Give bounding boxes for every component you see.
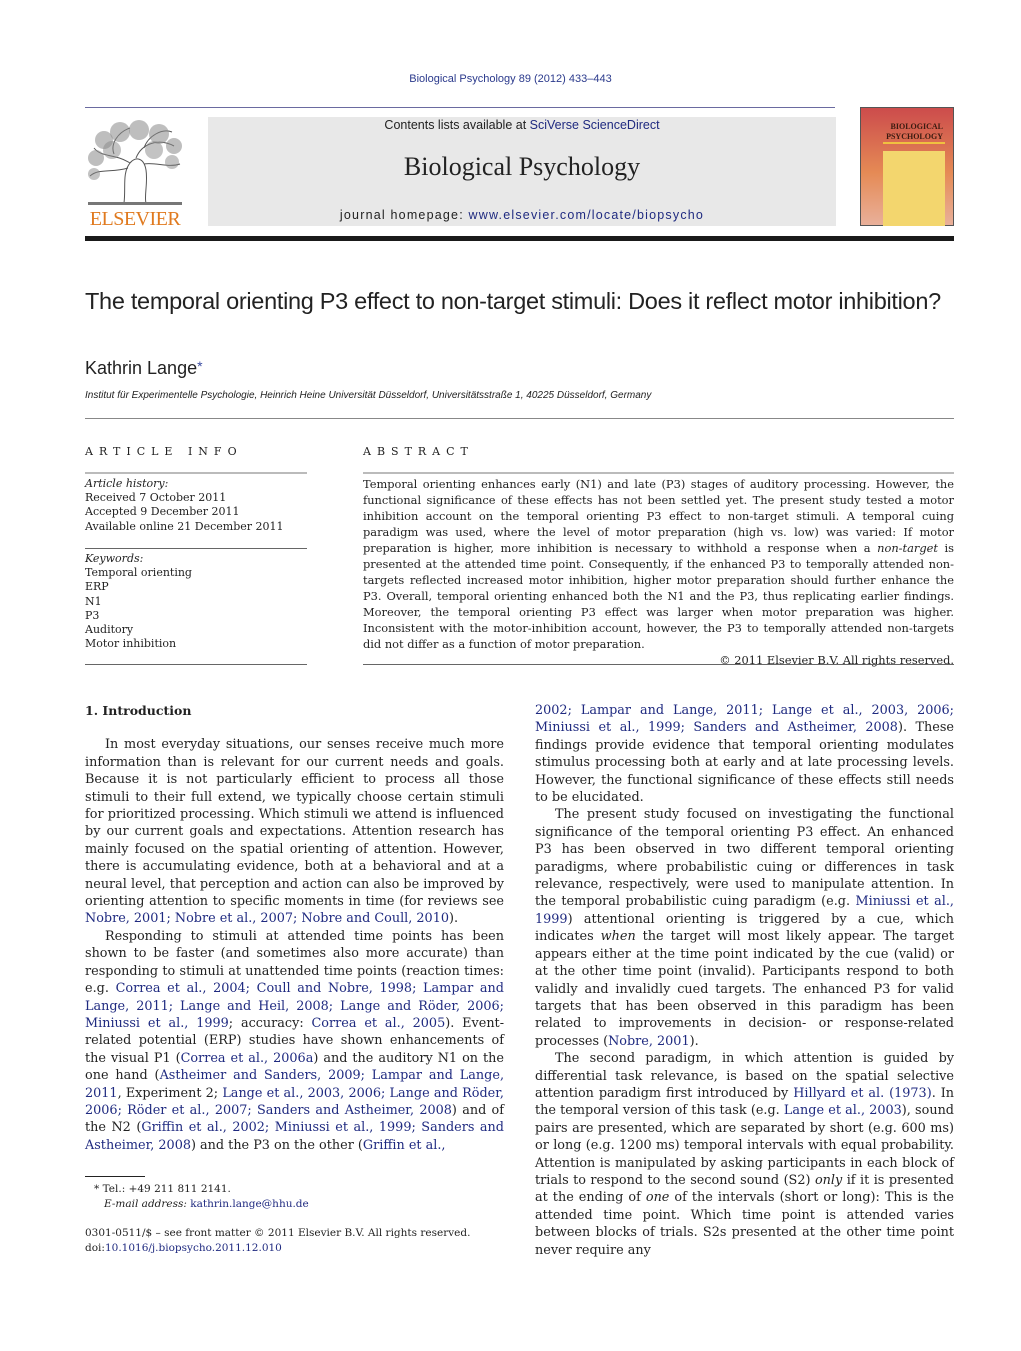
citation-link[interactable]: Hillyard et al. (1973) (793, 1086, 931, 1101)
cover-title: BIOLOGICAL PSYCHOLOGY (886, 122, 943, 141)
abstract-heading: ABSTRACT (363, 445, 474, 458)
abstract-body: Temporal orienting enhances early (N1) a… (363, 476, 954, 668)
article-info-heading: ARTICLE INFO (85, 445, 243, 458)
paragraph: The present study focused on investigati… (535, 807, 954, 1049)
doi-link[interactable]: 10.1016/j.biopsycho.2011.12.010 (105, 1242, 282, 1254)
section-heading-introduction: 1. Introduction (85, 703, 192, 718)
citation-link[interactable]: Nobre, 2001 (608, 1034, 690, 1049)
journal-reference[interactable]: Biological Psychology 89 (2012) 433–443 (0, 73, 1021, 85)
author-footnote-link[interactable]: * (197, 358, 202, 374)
keyword: P3 (85, 608, 100, 622)
citation-link[interactable]: Correa et al., 2006a (181, 1051, 314, 1066)
journal-homepage: journal homepage: www.elsevier.com/locat… (339, 208, 705, 222)
article-title: The temporal orienting P3 effect to non-… (85, 288, 941, 314)
cover-panel (883, 151, 945, 226)
keyword: Motor inhibition (85, 637, 177, 651)
keyword: Temporal orienting (85, 566, 192, 580)
article-info-rule (85, 472, 307, 474)
header-rule (85, 107, 835, 108)
author-name: Kathrin Lange* (85, 358, 203, 378)
footnote-email: E-mail address: kathrin.lange@hhu.de (104, 1198, 309, 1210)
paragraph-continued: 2002; Lampar and Lange, 2011; Lange et a… (535, 703, 954, 806)
journal-cover-thumbnail[interactable]: BIOLOGICAL PSYCHOLOGY (860, 107, 954, 226)
body-column-left: 1. Introduction In most everyday situati… (85, 702, 504, 1154)
paragraph: In most everyday situations, our senses … (85, 737, 504, 927)
publisher-wordmark: ELSEVIER (89, 208, 181, 230)
journal-masthead: Contents lists available at SciVerse Sci… (208, 117, 836, 226)
abstract-rule (363, 472, 954, 474)
history-label: Article history: (85, 477, 169, 490)
citation-link[interactable]: Lange et al., 2003 (784, 1103, 902, 1118)
body-column-right: 2002; Lampar and Lange, 2011; Lange et a… (535, 702, 954, 1259)
doi-line: doi:10.1016/j.biopsycho.2011.12.010 (85, 1242, 282, 1254)
cover-divider (883, 142, 945, 144)
contents-line: Contents lists available at SciVerse Sci… (384, 118, 660, 132)
front-matter: 0301-0511/$ – see front matter © 2011 El… (85, 1226, 470, 1256)
author-footnote: * Tel.: +49 211 811 2141. E-mail address… (94, 1182, 309, 1212)
citation-continued[interactable]: Griffin et al., (363, 1138, 446, 1153)
citation-link[interactable]: Correa et al., 2005 (312, 1016, 446, 1031)
paragraph: The second paradigm, in which attention … (535, 1051, 955, 1258)
footnote-tel: * Tel.: +49 211 811 2141. (94, 1183, 231, 1195)
keyword: N1 (85, 594, 102, 608)
keyword: ERP (85, 580, 109, 594)
abstract-text: Temporal orienting enhances early (N1) a… (363, 477, 954, 651)
issn-line: 0301-0511/$ – see front matter © 2011 El… (85, 1227, 471, 1239)
history-received: Received 7 October 2011 (85, 491, 227, 505)
history-rule (85, 548, 307, 549)
history-accepted: Accepted 9 December 2011 (85, 505, 240, 519)
title-rule (85, 418, 954, 419)
keywords: Keywords: Temporal orienting ERP N1 P3 A… (85, 552, 192, 651)
article-history: Article history: Received 7 October 2011… (85, 477, 284, 534)
citation-link[interactable]: Nobre, 2001; Nobre et al., 2007; Nobre a… (85, 911, 449, 926)
keywords-rule (85, 664, 307, 665)
footnote-rule (85, 1176, 145, 1177)
citation-link[interactable]: 2002; Lampar and Lange, 2011; Lange et a… (535, 703, 954, 735)
email-link[interactable]: kathrin.lange@hhu.de (190, 1198, 308, 1210)
keywords-label: Keywords: (85, 552, 144, 565)
abstract-copyright: © 2011 Elsevier B.V. All rights reserved… (719, 653, 954, 667)
paragraph: Responding to stimuli at attended time p… (85, 928, 505, 1153)
elsevier-logo: ELSEVIER (84, 118, 186, 230)
masthead-rule (85, 236, 954, 241)
keyword: Auditory (85, 623, 134, 637)
history-online: Available online 21 December 2011 (85, 519, 284, 533)
sciencedirect-link[interactable]: SciVerse ScienceDirect (530, 118, 660, 132)
journal-name: Biological Psychology (403, 152, 641, 181)
homepage-link[interactable]: www.elsevier.com/locate/biopsycho (469, 208, 705, 222)
abstract-end-rule (363, 664, 954, 665)
author-affiliation: Institut für Experimentelle Psychologie,… (85, 390, 652, 401)
